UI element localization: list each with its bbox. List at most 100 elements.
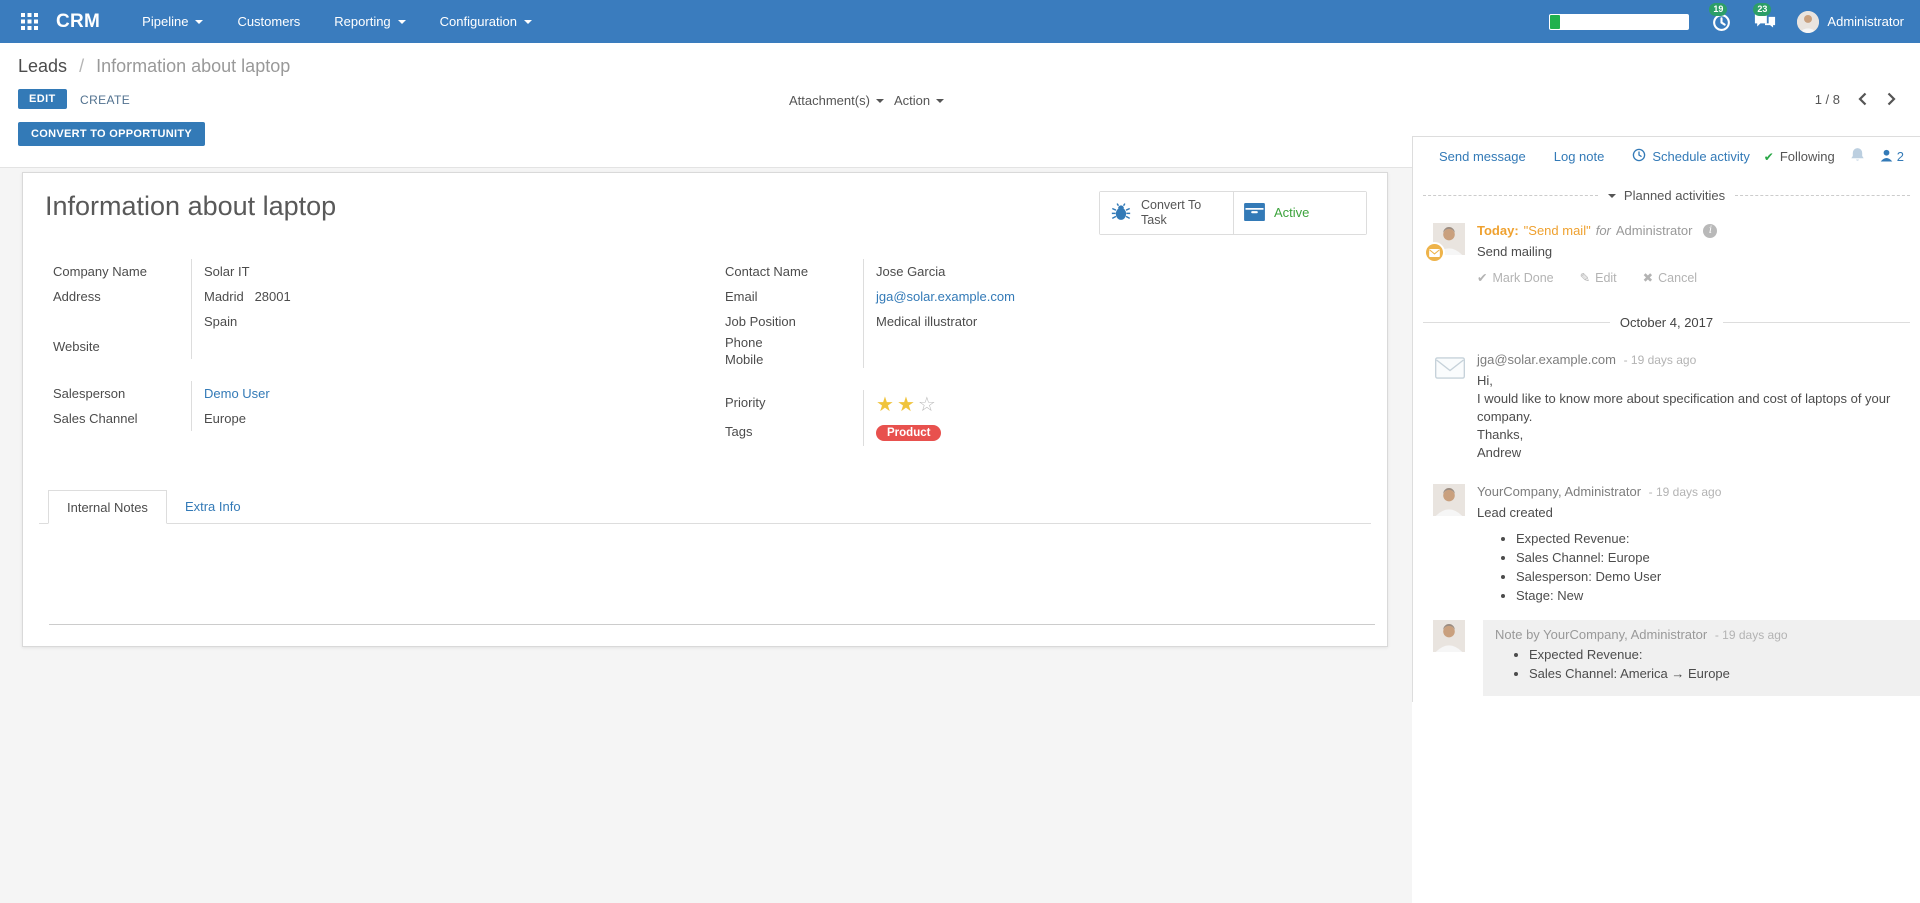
menu-configuration[interactable]: Configuration <box>440 14 532 29</box>
activity-assignee: Administrator <box>1616 223 1693 238</box>
edit-activity-button[interactable]: ✎Edit <box>1580 270 1617 285</box>
control-panel: Leads / Information about laptop EDIT CR… <box>0 43 1920 122</box>
priority-stars[interactable]: ★★☆ <box>876 392 939 416</box>
caret-down-icon <box>398 20 406 24</box>
chevron-down-icon <box>1608 194 1616 198</box>
info-icon[interactable]: i <box>1703 224 1717 238</box>
star-filled-icon[interactable]: ★ <box>876 392 897 416</box>
star-filled-icon[interactable]: ★ <box>897 392 918 416</box>
message-time: - 19 days ago <box>1715 628 1788 642</box>
mark-done-button[interactable]: ✔Mark Done <box>1477 270 1554 285</box>
field-label: Tags <box>725 419 864 446</box>
menu-reporting[interactable]: Reporting <box>334 14 405 29</box>
archive-box-icon <box>1244 203 1265 224</box>
field-label: Contact Name <box>725 259 864 284</box>
message-email: jga@solar.example.com - 19 days ago Hi, … <box>1413 352 1920 462</box>
group-sales: SalespersonDemo User Sales ChannelEurope <box>53 381 695 431</box>
breadcrumb-leads-link[interactable]: Leads <box>18 56 67 76</box>
company-name-value: Solar IT <box>192 259 695 284</box>
salesperson-link[interactable]: Demo User <box>204 386 270 401</box>
field-groups: Company NameSolar IT AddressMadrid 28001… <box>39 259 1371 446</box>
activity-note: Send mailing <box>1477 244 1717 259</box>
field-label: Job Position <box>725 309 864 334</box>
schedule-activity-button[interactable]: Schedule activity <box>1632 148 1750 165</box>
activity-summary: "Send mail" <box>1524 223 1591 238</box>
message-body: Lead created <box>1477 504 1902 522</box>
cancel-activity-button[interactable]: ✖Cancel <box>1643 270 1697 285</box>
cross-icon: ✖ <box>1643 270 1653 285</box>
edit-button[interactable]: EDIT <box>18 89 67 109</box>
email-link[interactable]: jga@solar.example.com <box>876 289 1015 304</box>
message-author[interactable]: jga@solar.example.com <box>1477 352 1616 367</box>
tag-product: Product <box>876 425 941 441</box>
tracking-values: Expected Revenue: Sales Channel: Europe … <box>1477 532 1902 603</box>
message-count-badge: 23 <box>1753 3 1771 16</box>
active-toggle-button[interactable]: Active <box>1233 192 1366 234</box>
messages-icon[interactable]: 23 <box>1753 10 1777 34</box>
user-menu[interactable]: Administrator <box>1797 11 1904 33</box>
apps-grid-icon[interactable] <box>16 9 42 35</box>
following-button[interactable]: ✔ Following <box>1764 149 1835 164</box>
group-company: Company NameSolar IT AddressMadrid 28001… <box>53 259 695 359</box>
group-priority-tags: Priority ★★☆ Tags Product <box>725 390 1367 446</box>
tab-internal-notes[interactable]: Internal Notes <box>48 490 167 524</box>
address-city-zip-value: Madrid 28001 <box>192 284 695 309</box>
field-label: Company Name <box>53 259 192 284</box>
author-avatar <box>1433 484 1465 516</box>
message-time: - 19 days ago <box>1624 353 1697 367</box>
check-icon: ✔ <box>1764 150 1774 164</box>
bell-icon[interactable] <box>1850 147 1865 166</box>
sheet-divider <box>49 624 1375 625</box>
message-body: Hi, I would like to know more about spec… <box>1477 372 1902 462</box>
phone-value <box>864 334 1367 351</box>
note-header: Note by YourCompany, Administrator <box>1495 627 1707 642</box>
author-avatar <box>1433 620 1465 652</box>
send-message-button[interactable]: Send message <box>1439 149 1526 164</box>
chevron-right-icon[interactable] <box>1885 90 1898 108</box>
chatter-toolbar: Send message Log note Schedule activity … <box>1413 147 1920 166</box>
field-label: Sales Channel <box>53 406 192 431</box>
progress-fill <box>1550 15 1560 29</box>
message-author[interactable]: YourCompany, Administrator <box>1477 484 1641 499</box>
mobile-value <box>864 351 1367 368</box>
convert-to-opportunity-button[interactable]: CONVERT TO OPPORTUNITY <box>18 122 205 146</box>
field-label: Phone <box>725 334 864 351</box>
breadcrumb-current: Information about laptop <box>96 56 290 76</box>
field-label: Website <box>53 334 192 359</box>
lead-form-sheet: Information about laptop Convert To Task <box>22 172 1388 647</box>
envelope-icon <box>1433 352 1465 384</box>
breadcrumb-separator: / <box>79 56 84 76</box>
field-label: Email <box>725 284 864 309</box>
log-note-button[interactable]: Log note <box>1554 149 1605 164</box>
clock-icon <box>1632 148 1646 165</box>
create-button[interactable]: CREATE <box>80 93 130 107</box>
group-contact: Contact NameJose Garcia Emailjga@solar.e… <box>725 259 1367 368</box>
tab-extra-info[interactable]: Extra Info <box>167 490 259 523</box>
job-position-value: Medical illustrator <box>864 309 1367 334</box>
chevron-left-icon[interactable] <box>1856 90 1869 108</box>
action-dropdown[interactable]: Action <box>894 93 944 108</box>
address-country-value: Spain <box>192 309 695 334</box>
followers-count-button[interactable]: 2 <box>1880 149 1904 165</box>
stat-button-box: Convert To Task Active <box>1099 191 1367 235</box>
systray-progress-bar[interactable] <box>1549 14 1689 30</box>
pencil-icon: ✎ <box>1580 270 1590 285</box>
menu-customers[interactable]: Customers <box>237 14 300 29</box>
top-navbar: CRM Pipeline Customers Reporting Configu… <box>0 0 1920 43</box>
activity-count-badge: 19 <box>1709 3 1727 16</box>
user-icon <box>1880 149 1893 165</box>
field-label: Mobile <box>725 351 864 368</box>
form-statusbar: CONVERT TO OPPORTUNITY <box>0 122 1412 168</box>
star-outline-icon[interactable]: ☆ <box>918 392 939 416</box>
lead-title: Information about laptop <box>39 191 336 222</box>
caret-down-icon <box>876 99 884 103</box>
convert-to-task-button[interactable]: Convert To Task <box>1100 192 1233 234</box>
menu-pipeline[interactable]: Pipeline <box>142 14 203 29</box>
planned-activities-header[interactable]: Planned activities <box>1413 188 1920 203</box>
caret-down-icon <box>195 20 203 24</box>
notebook-tabs: Internal Notes Extra Info <box>39 490 1371 524</box>
attachments-dropdown[interactable]: Attachment(s) <box>789 93 884 108</box>
activity-clock-icon[interactable]: 19 <box>1709 10 1733 34</box>
message-lead-created: YourCompany, Administrator - 19 days ago… <box>1413 484 1920 608</box>
app-title: CRM <box>56 11 100 33</box>
